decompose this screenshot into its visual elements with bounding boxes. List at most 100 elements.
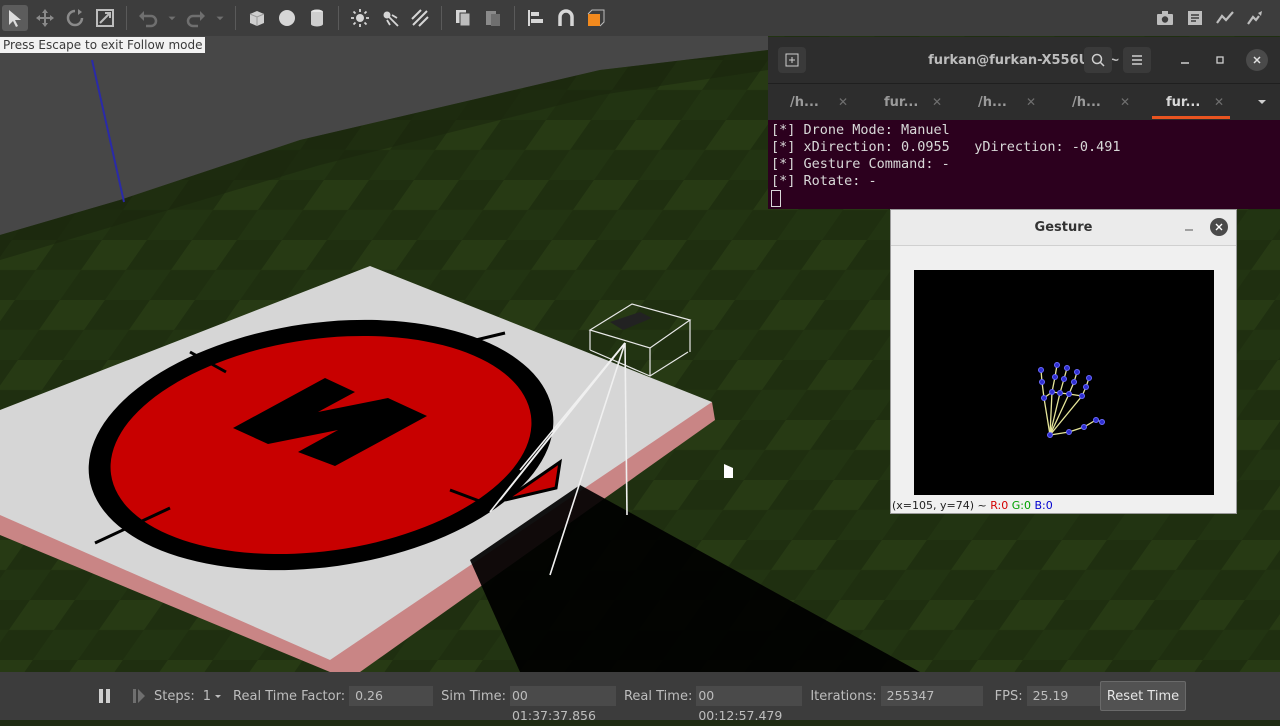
pause-button[interactable]: [98, 687, 114, 705]
terminal-tabs: /h... ✕ fur... ✕ /h... ✕ /h... ✕ fur... ✕: [768, 83, 1280, 120]
copy-button[interactable]: [450, 5, 476, 31]
undo-button[interactable]: [135, 5, 161, 31]
gazebo-toolbar: [0, 0, 1280, 36]
pixel-readout: (x=105, y=74) ~ R:0 G:0 B:0: [892, 499, 1053, 512]
gesture-close-button[interactable]: [1210, 218, 1228, 236]
close-tab-icon[interactable]: ✕: [1214, 95, 1224, 109]
log-button[interactable]: [1242, 5, 1268, 31]
cylinder-shape-button[interactable]: [304, 5, 330, 31]
minimize-icon: [1181, 62, 1189, 64]
undo-history-button[interactable]: [165, 5, 179, 31]
terminal-title: furkan@furkan-X556UR: ~: [928, 52, 1120, 68]
terminal-line: [*] Gesture Command: -: [771, 156, 950, 172]
rotate-mode-button[interactable]: [62, 5, 88, 31]
align-icon: [528, 10, 543, 26]
maximize-button[interactable]: [1206, 47, 1234, 73]
terminal-window[interactable]: furkan@furkan-X556UR: ~ /h... ✕ fur... ✕ /…: [768, 37, 1280, 209]
directional-light-icon: [411, 9, 429, 27]
gesture-minimize-button[interactable]: [1183, 220, 1195, 239]
gesture-window[interactable]: Gesture (x=105, y=74) ~ R:0 G:0 B:0: [890, 209, 1237, 514]
terminal-line: [*] Rotate: -: [771, 173, 877, 189]
terminal-tab[interactable]: /h... ✕: [768, 84, 862, 120]
step-button[interactable]: [132, 687, 146, 705]
rtf-label: Real Time Factor:: [233, 688, 346, 704]
menu-button[interactable]: [1123, 47, 1151, 73]
undo-icon: [139, 11, 158, 28]
cylinder-icon: [311, 9, 323, 27]
terminal-titlebar[interactable]: furkan@furkan-X556UR: ~: [768, 37, 1280, 83]
plot-button[interactable]: [1212, 5, 1238, 31]
log-icon: [1247, 11, 1262, 25]
terminal-line: [*] xDirection: 0.0955 yDirection: -0.49…: [771, 139, 1121, 155]
paste-button[interactable]: [480, 5, 506, 31]
toolbar-separator: [235, 6, 236, 30]
view-angle-icon: [587, 9, 605, 27]
redo-button[interactable]: [183, 5, 209, 31]
translate-icon: [36, 9, 54, 27]
camera-icon: [1157, 11, 1173, 25]
spot-light-icon: [383, 11, 399, 27]
close-icon: [1253, 56, 1261, 64]
rtf-value: 0.26: [349, 686, 434, 706]
camera-feed-canvas[interactable]: [914, 270, 1214, 495]
steps-value[interactable]: 1: [203, 689, 211, 704]
terminal-output[interactable]: [*] Drone Mode: Manuel [*] xDirection: 0.…: [768, 120, 1280, 210]
terminal-line: [*] Drone Mode: Manuel: [771, 122, 950, 138]
directional-light-button[interactable]: [407, 5, 433, 31]
close-button[interactable]: [1246, 49, 1268, 71]
gesture-titlebar[interactable]: Gesture: [891, 210, 1236, 246]
rotate-icon: [66, 9, 84, 27]
hand-landmarks: [1038, 362, 1105, 438]
close-icon: [1215, 223, 1223, 231]
sphere-icon: [279, 10, 295, 26]
minimize-button[interactable]: [1171, 47, 1199, 73]
close-tab-icon[interactable]: ✕: [838, 95, 848, 109]
terminal-tab[interactable]: /h... ✕: [956, 84, 1050, 120]
paste-icon: [486, 11, 500, 26]
select-mode-button[interactable]: [2, 5, 28, 31]
sphere-shape-button[interactable]: [274, 5, 300, 31]
snap-button[interactable]: [553, 5, 579, 31]
snap-icon: [558, 9, 574, 26]
tabs-dropdown-button[interactable]: [1256, 93, 1268, 112]
record-button[interactable]: [1182, 5, 1208, 31]
reset-time-button[interactable]: Reset Time: [1100, 681, 1186, 711]
point-light-button[interactable]: [347, 5, 373, 31]
iterations-value: 255347: [880, 686, 983, 706]
close-tab-icon[interactable]: ✕: [1120, 95, 1130, 109]
copy-icon: [456, 10, 471, 27]
chevron-down-icon: [1258, 99, 1266, 104]
maximize-icon: [1216, 56, 1224, 64]
minimize-icon: [1185, 229, 1193, 231]
scale-mode-button[interactable]: [92, 5, 118, 31]
select-arrow-icon: [9, 10, 21, 27]
chevron-down-icon: [168, 16, 176, 21]
redo-history-button[interactable]: [213, 5, 227, 31]
close-tab-icon[interactable]: ✕: [1026, 95, 1036, 109]
record-icon: [1188, 11, 1202, 25]
terminal-tab[interactable]: fur... ✕: [862, 84, 956, 120]
align-button[interactable]: [523, 5, 549, 31]
toolbar-separator: [126, 6, 127, 30]
search-button[interactable]: [1084, 47, 1112, 73]
steps-label: Steps:: [154, 688, 195, 704]
search-icon: [1091, 53, 1105, 67]
screenshot-button[interactable]: [1152, 5, 1178, 31]
real-time-value: 00 00:12:57.479: [696, 686, 803, 723]
fps-value: 25.19: [1026, 686, 1111, 706]
terminal-tab[interactable]: /h... ✕: [1050, 84, 1144, 120]
chevron-down-icon[interactable]: [213, 691, 223, 701]
pause-icon: [99, 689, 110, 703]
real-time-label: Real Time:: [623, 688, 693, 704]
view-angle-button[interactable]: [583, 5, 609, 31]
gesture-title: Gesture: [1034, 220, 1093, 235]
terminal-tab-active[interactable]: fur... ✕: [1144, 84, 1238, 120]
spot-light-button[interactable]: [377, 5, 403, 31]
simulation-status-bar: Steps: 1 Real Time Factor: 0.26 Sim Time…: [0, 672, 1280, 723]
scale-icon: [96, 9, 114, 27]
close-tab-icon[interactable]: ✕: [932, 95, 942, 109]
chevron-down-icon: [216, 16, 224, 21]
box-shape-button[interactable]: [244, 5, 270, 31]
translate-mode-button[interactable]: [32, 5, 58, 31]
point-light-icon: [351, 9, 369, 27]
